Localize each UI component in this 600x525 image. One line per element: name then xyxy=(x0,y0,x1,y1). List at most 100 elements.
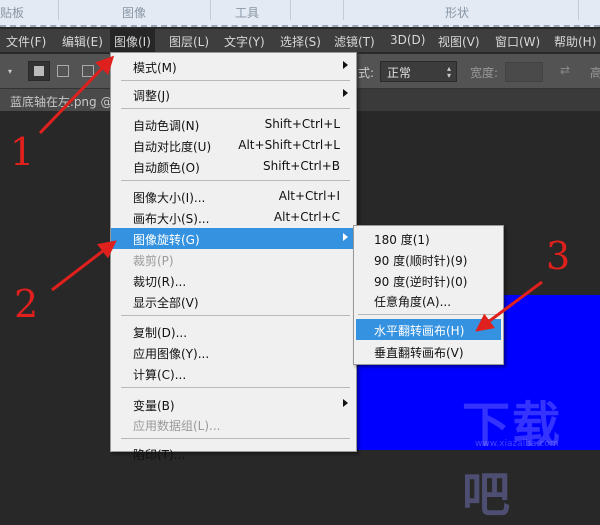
menu-item-apply-image[interactable]: 应用图像(Y)... xyxy=(111,342,356,363)
item-label: 图像大小(I)... xyxy=(133,191,206,205)
document-tab[interactable]: 蓝底轴在左.png @ xyxy=(0,89,120,111)
submenu-item-flip-vertical[interactable]: 垂直翻转画布(V) xyxy=(354,341,503,362)
item-label: 裁剪(P) xyxy=(133,254,174,268)
style-label: 式: xyxy=(358,66,375,80)
divider xyxy=(121,80,350,81)
step-1-label: 1 xyxy=(10,130,35,174)
ribbon-group-tools: 工具 xyxy=(235,6,260,20)
menu-item-mode[interactable]: 模式(M) xyxy=(111,56,356,77)
item-label: 裁切(R)... xyxy=(133,275,187,289)
menu-item-trim[interactable]: 裁切(R)... xyxy=(111,270,356,291)
submenu-item-flip-horizontal[interactable]: 水平翻转画布(H) xyxy=(356,319,501,340)
menu-item-calculations[interactable]: 计算(C)... xyxy=(111,363,356,384)
item-label: 陷印(T)... xyxy=(133,448,186,462)
ribbon-group-shapes: 形状 xyxy=(445,6,470,20)
menu-item-auto-tone[interactable]: 自动色调(N) Shift+Ctrl+L xyxy=(111,114,356,135)
menu-item-duplicate[interactable]: 复制(D)... xyxy=(111,321,356,342)
style-dropdown[interactable]: 正常 ▴ ▾ xyxy=(380,61,457,82)
menu-select[interactable]: 选择(S) xyxy=(280,33,321,50)
ribbon: 贴板 图像 工具 形状 xyxy=(0,0,600,27)
square-icon xyxy=(34,66,44,76)
ribbon-group-clipboard: 贴板 xyxy=(0,6,25,20)
divider xyxy=(290,0,291,20)
divider xyxy=(121,108,350,109)
divider xyxy=(58,0,59,20)
item-label: 自动对比度(U) xyxy=(133,140,212,154)
submenu-arrow-icon xyxy=(343,399,348,407)
item-label: 调整(J) xyxy=(133,89,170,103)
divider xyxy=(358,314,497,315)
menu-help[interactable]: 帮助(H) xyxy=(554,33,596,50)
subtract-selection-button[interactable] xyxy=(82,65,94,77)
watermark-url: www.xiazaiba.com xyxy=(475,439,559,449)
item-label: 模式(M) xyxy=(133,61,177,75)
updown-icon: ▴ ▾ xyxy=(446,64,451,80)
tool-preset-chevron-icon[interactable]: ▾ xyxy=(8,67,12,76)
menu-item-auto-color[interactable]: 自动颜色(O) Shift+Ctrl+B xyxy=(111,156,356,177)
step-3-label: 3 xyxy=(546,234,571,278)
width-label: 宽度: xyxy=(470,66,499,80)
submenu-arrow-icon xyxy=(343,61,348,69)
item-label: 自动颜色(O) xyxy=(133,161,200,175)
menu-item-reveal-all[interactable]: 显示全部(V) xyxy=(111,291,356,312)
item-label: 画布大小(S)... xyxy=(133,212,210,226)
style-value: 正常 xyxy=(387,66,412,80)
item-label: 应用图像(Y)... xyxy=(133,347,210,361)
menu-image[interactable]: 图像(I) xyxy=(110,29,155,53)
submenu-item-arbitrary[interactable]: 任意角度(A)... xyxy=(354,290,503,311)
shortcut: Alt+Ctrl+C xyxy=(273,210,340,224)
menu-filter[interactable]: 滤镜(T) xyxy=(334,33,375,50)
image-menu: 模式(M) 调整(J) 自动色调(N) Shift+Ctrl+L 自动对比度(U)… xyxy=(110,52,357,462)
menu-item-trap[interactable]: 陷印(T)... xyxy=(111,443,356,464)
menu-item-adjust[interactable]: 调整(J) xyxy=(111,84,356,105)
swap-icon[interactable]: ⇄ xyxy=(560,63,570,77)
rotate-submenu: 180 度(1) 90 度(顺时针)(9) 90 度(逆时针)(0) 任意角度(… xyxy=(353,225,504,365)
step-2-label: 2 xyxy=(14,282,39,326)
submenu-item-90-ccw[interactable]: 90 度(逆时针)(0) xyxy=(354,270,503,291)
divider xyxy=(121,387,350,388)
menu-item-crop: 裁剪(P) xyxy=(111,249,356,270)
menu-item-auto-contrast[interactable]: 自动对比度(U) Alt+Shift+Ctrl+L xyxy=(111,135,356,156)
item-label: 变量(B) xyxy=(133,399,175,413)
item-label: 应用数据组(L)... xyxy=(133,419,221,433)
add-selection-button[interactable] xyxy=(57,65,69,77)
item-label: 显示全部(V) xyxy=(133,296,199,310)
menubar: 文件(F) 编辑(E) 图像(I) 图层(L) 文字(Y) 选择(S) 滤镜(T… xyxy=(0,29,600,53)
menu-window[interactable]: 窗口(W) xyxy=(495,33,540,50)
new-selection-button[interactable] xyxy=(28,61,50,81)
item-label: 计算(C)... xyxy=(133,368,187,382)
divider xyxy=(121,438,350,439)
menu-edit[interactable]: 编辑(E) xyxy=(62,33,103,50)
item-label: 自动色调(N) xyxy=(133,119,200,133)
height-label: 高 xyxy=(590,66,600,80)
menu-item-image-size[interactable]: 图像大小(I)... Alt+Ctrl+I xyxy=(111,186,356,207)
shortcut: Alt+Ctrl+I xyxy=(278,189,340,203)
divider xyxy=(343,0,344,20)
divider xyxy=(210,0,211,20)
item-label: 图像旋转(G) xyxy=(133,233,200,247)
width-input[interactable] xyxy=(505,62,543,82)
divider xyxy=(121,180,350,181)
menu-3d[interactable]: 3D(D) xyxy=(390,33,425,47)
menu-view[interactable]: 视图(V) xyxy=(438,33,480,50)
menu-item-canvas-size[interactable]: 画布大小(S)... Alt+Ctrl+C xyxy=(111,207,356,228)
ribbon-group-image: 图像 xyxy=(122,6,147,20)
divider xyxy=(121,315,350,316)
menu-item-variables[interactable]: 变量(B) xyxy=(111,394,356,415)
shortcut: Shift+Ctrl+L xyxy=(264,117,340,131)
item-label: 复制(D)... xyxy=(133,326,188,340)
submenu-arrow-icon xyxy=(343,89,348,97)
menu-item-apply-data-set: 应用数据组(L)... xyxy=(111,414,356,435)
watermark-logo: 下载吧 xyxy=(462,397,563,523)
shortcut: Shift+Ctrl+B xyxy=(263,159,340,173)
submenu-arrow-icon xyxy=(343,233,348,241)
submenu-item-180[interactable]: 180 度(1) xyxy=(354,228,503,249)
submenu-item-90-cw[interactable]: 90 度(顺时针)(9) xyxy=(354,249,503,270)
menu-file[interactable]: 文件(F) xyxy=(6,33,46,50)
menu-type[interactable]: 文字(Y) xyxy=(224,33,265,50)
menu-item-image-rotation[interactable]: 图像旋转(G) xyxy=(111,228,356,249)
menu-layer[interactable]: 图层(L) xyxy=(169,33,209,50)
shortcut: Alt+Shift+Ctrl+L xyxy=(238,138,340,152)
arrow-2 xyxy=(51,240,117,292)
divider xyxy=(578,0,579,20)
